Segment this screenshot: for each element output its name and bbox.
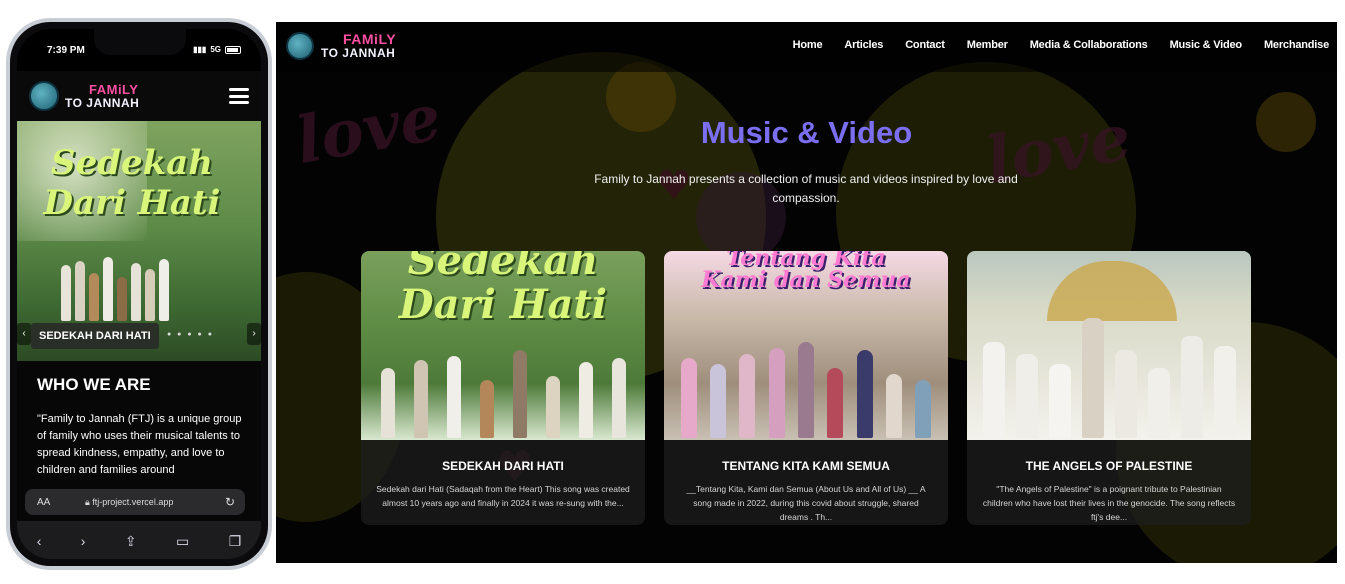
url-text[interactable]: 🔒︎ ftj-project.vercel.app [85, 497, 173, 508]
battery-icon [225, 45, 241, 54]
video-thumbnail[interactable]: Sedekah Dari Hati [361, 251, 645, 440]
card-description: __Tentang Kita, Kami dan Semua (About Us… [686, 484, 926, 522]
network-type: 5G [210, 45, 221, 54]
hero-title-line1: Sedekah [51, 143, 213, 183]
reload-icon[interactable]: ↻ [225, 495, 235, 509]
forward-icon[interactable]: › [81, 533, 86, 549]
thumbnail-title-line2: Kami dan Semua [701, 267, 911, 293]
page-title: Music & Video [700, 115, 913, 150]
status-indicators: ▮▮▮ 5G [193, 45, 241, 54]
hamburger-icon[interactable] [229, 88, 249, 104]
who-we-are-heading: WHO WE ARE [37, 375, 151, 394]
hero-title-line2: Dari Hati [43, 183, 221, 223]
page-subtitle: Family to Jannah presents a collection o… [594, 172, 1018, 205]
dynamic-island [94, 29, 186, 55]
browser-url-bar[interactable]: AA 🔒︎ ftj-project.vercel.app ↻ [25, 489, 245, 515]
card-description: Sedekah dari Hati (Sadaqah from the Hear… [376, 484, 630, 508]
video-card-tentang-kita[interactable]: Tentang Kita Kami dan Semua TENTANG KITA… [664, 251, 948, 525]
desktop-navbar: FAMiLY TO JANNAH Home Articles Contact M… [276, 22, 1337, 72]
video-card-angels-of-palestine[interactable]: THE ANGELS OF PALESTINE "The Angels of P… [967, 251, 1251, 525]
card-title[interactable]: TENTANG KITA KAMI SEMUA [664, 459, 948, 473]
logo-text-jannah[interactable]: TO JANNAH [321, 46, 395, 60]
reader-aa-button[interactable]: AA [37, 497, 50, 508]
card-title[interactable]: THE ANGELS OF PALESTINE [967, 459, 1251, 473]
carousel-prev-button[interactable]: ‹ [17, 323, 31, 345]
desktop-page: love love ♥ ♥ FAMiLY TO JANNAH Home Arti… [276, 22, 1337, 563]
nav-member[interactable]: Member [967, 39, 1008, 51]
logo-text-family[interactable]: FAMiLY [89, 82, 138, 97]
carousel-next-button[interactable]: › [247, 323, 261, 345]
tabs-icon[interactable]: ❐ [229, 533, 242, 550]
nav-contact[interactable]: Contact [905, 39, 945, 51]
card-title[interactable]: SEDEKAH DARI HATI [361, 459, 645, 473]
mobile-navbar: FAMiLY TO JANNAH [17, 71, 261, 121]
nav-merchandise[interactable]: Merchandise [1264, 39, 1329, 51]
url-value: ftj-project.vercel.app [92, 497, 174, 507]
nav-home[interactable]: Home [793, 39, 823, 51]
thumbnail-people [371, 350, 635, 438]
status-bar: 7:39 PM ▮▮▮ 5G [17, 29, 261, 71]
back-icon[interactable]: ‹ [37, 533, 42, 549]
video-thumbnail[interactable]: Tentang Kita Kami dan Semua [664, 251, 948, 440]
carousel-indicators[interactable]: ● ● ● ● ● [167, 331, 214, 338]
logo-text-family[interactable]: FAMiLY [343, 31, 396, 47]
nav-media-collaborations[interactable]: Media & Collaborations [1030, 39, 1148, 51]
logo-icon[interactable] [29, 81, 59, 111]
browser-toolbar: ‹ › ⇪ ▭ ❐ [17, 521, 261, 559]
share-icon[interactable]: ⇪ [125, 533, 137, 550]
phone-screen: 7:39 PM ▮▮▮ 5G FAMiLY TO JANNAH Sedekah … [17, 29, 261, 559]
bookmarks-icon[interactable]: ▭ [176, 533, 189, 550]
nav-articles[interactable]: Articles [844, 39, 883, 51]
thumbnail-people [977, 318, 1241, 438]
card-description: "The Angels of Palestine" is a poignant … [982, 484, 1236, 522]
thumbnail-title-line1: Sedekah [407, 251, 599, 284]
thumbnail-dome [1047, 261, 1177, 321]
thumbnail-title-line2: Dari Hati [398, 281, 608, 328]
signal-icon: ▮▮▮ [193, 45, 207, 54]
nav-music-video[interactable]: Music & Video [1170, 39, 1243, 51]
main-menu: Home Articles Contact Member Media & Col… [793, 39, 1330, 51]
phone-bezel: 7:39 PM ▮▮▮ 5G FAMiLY TO JANNAH Sedekah … [10, 22, 268, 566]
video-thumbnail[interactable] [967, 251, 1251, 440]
who-we-are-text: "Family to Jannah (FTJ) is a unique grou… [37, 413, 242, 476]
video-card-sedekah[interactable]: Sedekah Dari Hati SEDEKAH DARI HATI Sede… [361, 251, 645, 525]
phone-mockup: 7:39 PM ▮▮▮ 5G FAMiLY TO JANNAH Sedekah … [6, 18, 272, 570]
hero-people [61, 257, 169, 321]
logo-text-jannah[interactable]: TO JANNAH [65, 96, 139, 110]
status-time: 7:39 PM [47, 45, 85, 56]
logo-icon[interactable] [286, 32, 314, 60]
hero-caption[interactable]: SEDEKAH DARI HATI [31, 323, 159, 349]
thumbnail-people [674, 342, 938, 438]
